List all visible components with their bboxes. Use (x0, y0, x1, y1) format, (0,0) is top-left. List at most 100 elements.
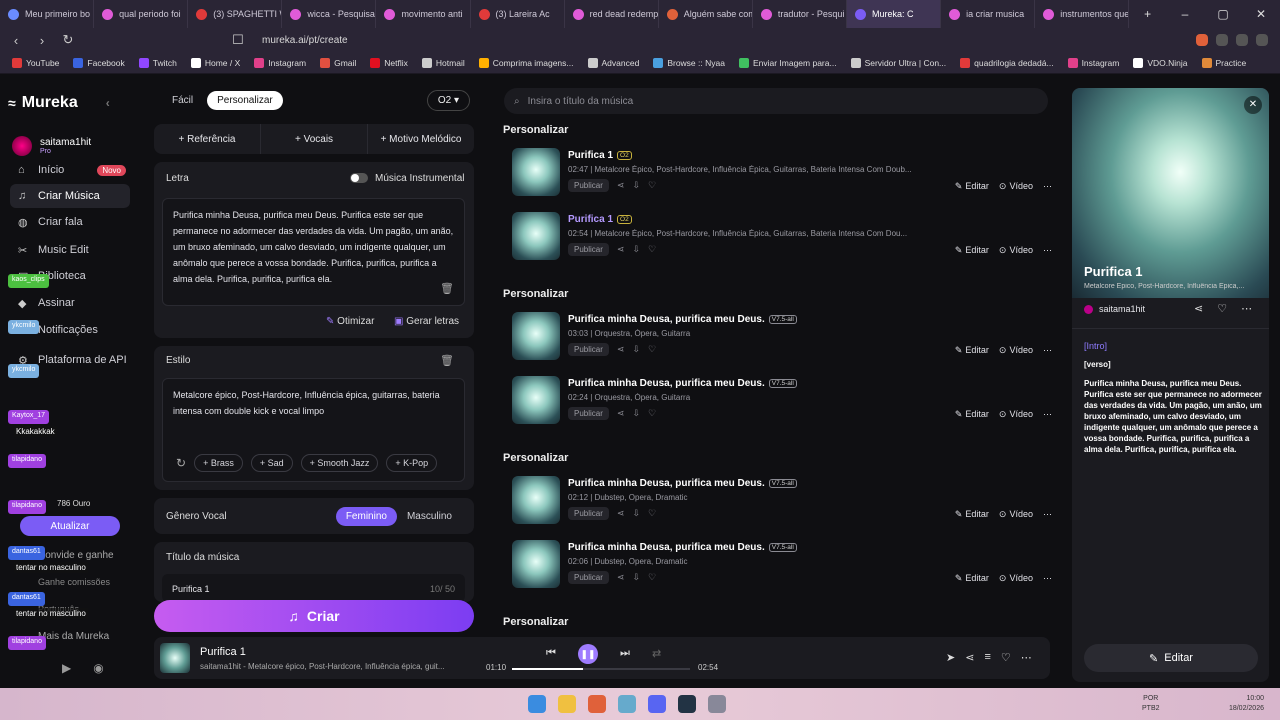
bookmark-item[interactable]: Practice (1201, 57, 1246, 68)
bookmark-item[interactable]: Servidor Ultra | Con... (850, 57, 946, 68)
brave-shield-icon[interactable] (1196, 34, 1208, 46)
browser-tab[interactable]: instrumentos que (1035, 0, 1130, 28)
browser-tab[interactable]: Mureka: C (846, 0, 942, 28)
maximize-icon[interactable]: ▢ (1204, 7, 1242, 21)
bookmark-item[interactable]: Instagram (1067, 57, 1119, 68)
bookmark-item[interactable]: quadrilogia dedadá... (960, 57, 1054, 68)
invite-link[interactable]: Convide e ganhe (38, 550, 114, 561)
share-icon[interactable]: ⋖ (617, 572, 625, 583)
minimize-icon[interactable]: – (1166, 7, 1204, 21)
bookmark-icon[interactable]: ☐ (228, 32, 248, 48)
detail-edit-button[interactable]: ✎ Editar (1084, 644, 1258, 672)
vocal-male[interactable]: Masculino (397, 507, 462, 526)
bookmark-item[interactable]: Browse :: Nyaa (653, 57, 725, 68)
clock[interactable]: 10:00 18/02/2026 (1208, 694, 1264, 714)
song-thumb[interactable] (512, 376, 560, 424)
bookmark-item[interactable]: VDO.Ninja (1133, 57, 1188, 68)
bookmark-item[interactable]: Twitch (138, 57, 177, 68)
detail-author[interactable]: saitama1hit (1084, 304, 1145, 314)
heart-icon[interactable]: ♡ (1217, 302, 1227, 315)
refresh-icon[interactable]: ↻ (176, 456, 186, 470)
sidebar-item[interactable]: ◍ Criar fala (10, 210, 130, 234)
song-thumb[interactable] (512, 312, 560, 360)
generate-lyrics-button[interactable]: ▣ Gerar letras (394, 316, 459, 327)
bookmark-item[interactable]: Netflix (370, 57, 408, 68)
sidebar-item[interactable]: ◆ Assinar (10, 291, 130, 315)
instrumental-toggle[interactable] (350, 173, 368, 183)
settings-icon[interactable] (708, 695, 726, 713)
more-icon[interactable]: ⋯ (1043, 573, 1052, 584)
song-row[interactable]: Purifica 1 O2 02:54 | Metalcore Épico, Pos… (512, 212, 1052, 272)
more-icon[interactable]: ⋯ (1043, 409, 1052, 420)
url-text[interactable]: mureka.ai/pt/create (262, 35, 348, 46)
video-button[interactable]: ⊙ Vídeo (999, 181, 1033, 192)
next-icon[interactable]: ⏭ (620, 647, 630, 660)
sidebar-icon[interactable] (1236, 34, 1248, 46)
heart-icon[interactable]: ♡ (648, 244, 656, 255)
browser-tab[interactable]: red dead redemp (565, 0, 659, 28)
player-thumb[interactable] (160, 643, 190, 673)
more-icon[interactable]: ⋯ (1043, 181, 1052, 192)
melody-button[interactable]: + Motivo Melódico (368, 124, 474, 154)
lyrics-input[interactable]: Purifica minha Deusa, purifica meu Deus.… (162, 198, 465, 306)
download-icon[interactable]: ⇩ (632, 180, 640, 191)
collapse-icon[interactable]: ‹ (106, 96, 110, 110)
file-explorer-icon[interactable] (558, 695, 576, 713)
search-bar[interactable]: ⌕ Insira o título da música (504, 88, 1048, 114)
more-icon[interactable]: ⋯ (1043, 345, 1052, 356)
heart-icon[interactable]: ♡ (648, 572, 656, 583)
browser-tab[interactable]: Alguém sabe com (659, 0, 753, 28)
mode-easy[interactable]: Fácil (162, 91, 203, 110)
forward-icon[interactable]: › (32, 33, 52, 48)
bookmark-item[interactable]: Hotmail (421, 57, 465, 68)
chip-smooth-jazz[interactable]: + Smooth Jazz (300, 454, 379, 472)
brave-icon[interactable] (588, 695, 606, 713)
song-row[interactable]: Purifica minha Deusa, purifica meu Deus.… (512, 312, 1052, 372)
publish-button[interactable]: Publicar (568, 407, 609, 420)
bookmark-item[interactable]: YouTube (12, 57, 59, 68)
publish-button[interactable]: Publicar (568, 243, 609, 256)
song-thumb[interactable] (512, 148, 560, 196)
browser-tab[interactable]: tradutor - Pesqui (753, 0, 847, 28)
chip-kpop[interactable]: + K-Pop (386, 454, 438, 472)
video-button[interactable]: ⊙ Vídeo (999, 345, 1033, 356)
heart-icon[interactable]: ♡ (648, 408, 656, 419)
mode-custom[interactable]: Personalizar (207, 90, 283, 110)
share-icon[interactable]: ⋖ (617, 508, 625, 519)
share-icon[interactable]: ⋖ (617, 180, 625, 191)
title-input[interactable]: Purifica 1 10/ 50 (162, 574, 465, 602)
heart-icon[interactable]: ♡ (648, 344, 656, 355)
share-icon[interactable]: ⋖ (617, 344, 625, 355)
browser-tab[interactable]: (3) SPAGHETTI W (188, 0, 283, 28)
edit-button[interactable]: ✎ Editar (955, 573, 989, 584)
browser-tab[interactable]: ia criar musica (941, 0, 1036, 28)
chip-sad[interactable]: + Sad (250, 454, 293, 472)
repeat-icon[interactable]: ⇄ (652, 647, 661, 660)
trash-icon[interactable]: 🗑 (440, 282, 454, 295)
browser-tab[interactable]: wicca - Pesquisa (282, 0, 377, 28)
style-trash-icon[interactable]: 🗑 (440, 354, 454, 367)
keyboard-layout[interactable]: POR PTB2 (1142, 694, 1160, 714)
discord-taskbar-icon[interactable] (648, 695, 666, 713)
heart-icon[interactable]: ♡ (648, 180, 656, 191)
bookmark-item[interactable]: Gmail (320, 57, 356, 68)
heart-icon[interactable]: ♡ (648, 508, 656, 519)
reference-button[interactable]: + Referência (154, 124, 261, 154)
queue-icon[interactable]: ≡ (984, 651, 990, 664)
create-button[interactable]: ♫ Criar (154, 600, 474, 632)
share-icon[interactable]: ⋖ (617, 408, 625, 419)
edit-button[interactable]: ✎ Editar (955, 409, 989, 420)
player-share-icon[interactable]: ⋖ (965, 651, 974, 664)
optimize-button[interactable]: ✎ Otimizar (326, 316, 374, 327)
steam-icon[interactable] (678, 695, 696, 713)
prev-icon[interactable]: ⏮ (546, 647, 556, 660)
song-thumb[interactable] (512, 540, 560, 588)
publish-button[interactable]: Publicar (568, 507, 609, 520)
browser-tab[interactable]: movimento anti (376, 0, 471, 28)
share-icon[interactable]: ⋖ (617, 244, 625, 255)
browser-tab[interactable]: (3) Lareira Ac (471, 0, 565, 28)
vocal-female[interactable]: Feminino (335, 506, 397, 526)
song-thumb[interactable] (512, 212, 560, 260)
video-button[interactable]: ⊙ Vídeo (999, 573, 1033, 584)
browser-tab[interactable]: Meu primeiro bo (0, 0, 95, 28)
